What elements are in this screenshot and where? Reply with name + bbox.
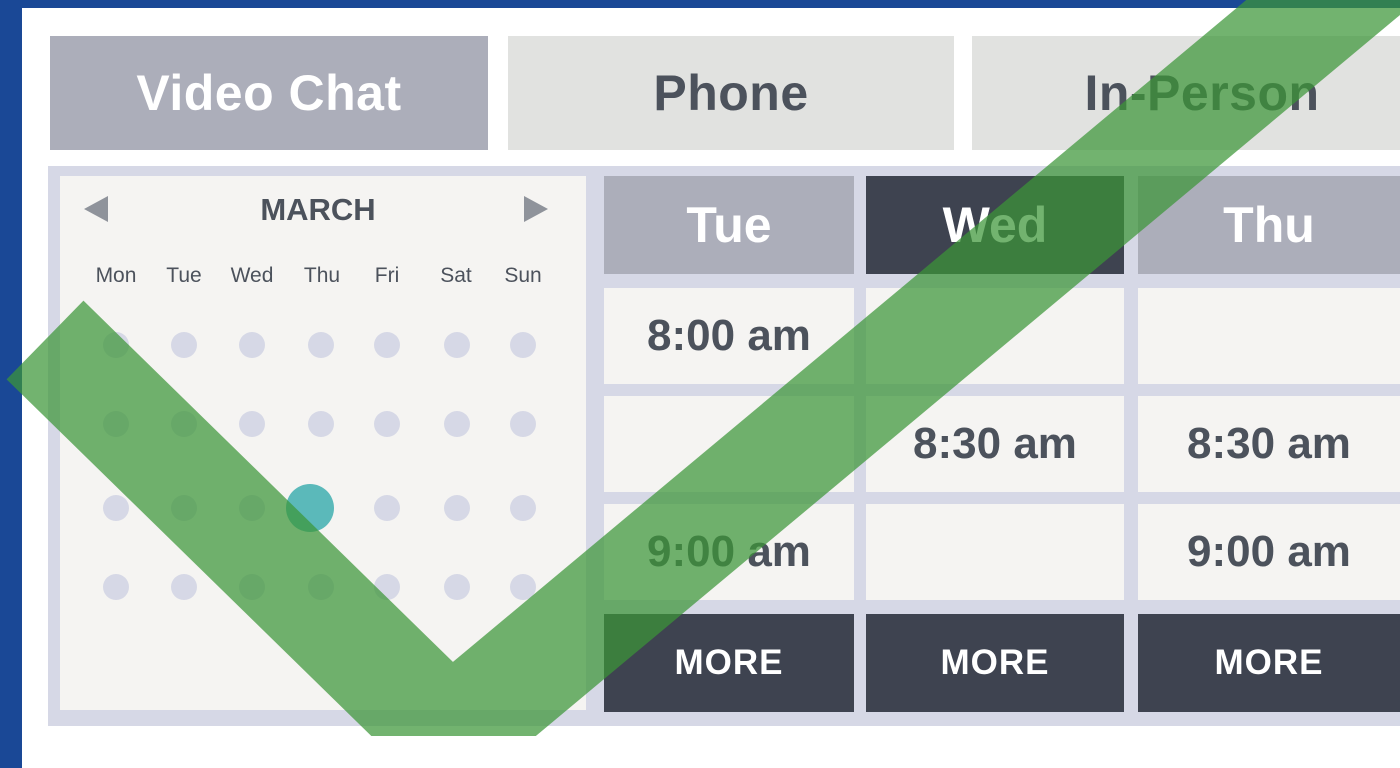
day-header-wed[interactable]: Wed [866,176,1124,274]
calendar-day[interactable] [444,574,470,600]
more-button-tue[interactable]: MORE [604,614,854,712]
time-slot-wed-2[interactable]: 8:30 am [866,396,1124,492]
weekday-label: Sun [504,264,542,287]
calendar-day[interactable] [510,411,536,437]
weekday-label: Fri [374,264,400,287]
tab-video-chat[interactable]: Video Chat [50,36,488,150]
prev-month-arrow-icon[interactable] [84,196,108,222]
calendar-day[interactable] [444,495,470,521]
time-slot-wed-1[interactable] [866,288,1124,384]
calendar-day[interactable] [239,495,265,521]
tab-in-person[interactable]: In-Person [972,36,1400,150]
time-slot-thu-3[interactable]: 9:00 am [1138,504,1400,600]
calendar-day-selected[interactable] [286,484,334,532]
calendar-day[interactable] [510,332,536,358]
calendar-day[interactable] [171,411,197,437]
calendar-day[interactable] [374,332,400,358]
calendar-day[interactable] [103,332,129,358]
tab-phone[interactable]: Phone [508,36,954,150]
calendar-day[interactable] [374,411,400,437]
time-slot-wed-3[interactable] [866,504,1124,600]
time-slot-tue-2[interactable] [604,396,854,492]
calendar-day[interactable] [308,332,334,358]
calendar-day[interactable] [171,332,197,358]
calendar-day[interactable] [171,495,197,521]
weekday-label: Tue [166,264,202,287]
calendar-day[interactable] [444,332,470,358]
calendar-day[interactable] [171,574,197,600]
time-slot-thu-2[interactable]: 8:30 am [1138,396,1400,492]
calendar-day[interactable] [374,574,400,600]
day-header-tue[interactable]: Tue [604,176,854,274]
time-slot-tue-3[interactable]: 9:00 am [604,504,854,600]
calendar-day[interactable] [103,495,129,521]
calendar-day[interactable] [374,495,400,521]
calendar-day[interactable] [239,574,265,600]
calendar-day[interactable] [308,574,334,600]
weekday-label: Sat [440,264,472,287]
calendar-day[interactable] [308,411,334,437]
calendar-day[interactable] [239,411,265,437]
calendar-day[interactable] [103,411,129,437]
calendar-day[interactable] [103,574,129,600]
more-button-thu[interactable]: MORE [1138,614,1400,712]
calendar-day[interactable] [444,411,470,437]
calendar-day[interactable] [510,574,536,600]
calendar-month-title: MARCH [260,192,376,227]
time-slot-thu-1[interactable] [1138,288,1400,384]
weekday-label: Wed [230,264,274,287]
weekday-label: Thu [303,264,341,287]
calendar-day[interactable] [510,495,536,521]
weekday-label: Mon [95,264,137,287]
more-button-wed[interactable]: MORE [866,614,1124,712]
month-calendar [60,176,586,710]
next-month-arrow-icon[interactable] [524,196,548,222]
calendar-day[interactable] [239,332,265,358]
time-slot-tue-1[interactable]: 8:00 am [604,288,854,384]
day-header-thu[interactable]: Thu [1138,176,1400,274]
